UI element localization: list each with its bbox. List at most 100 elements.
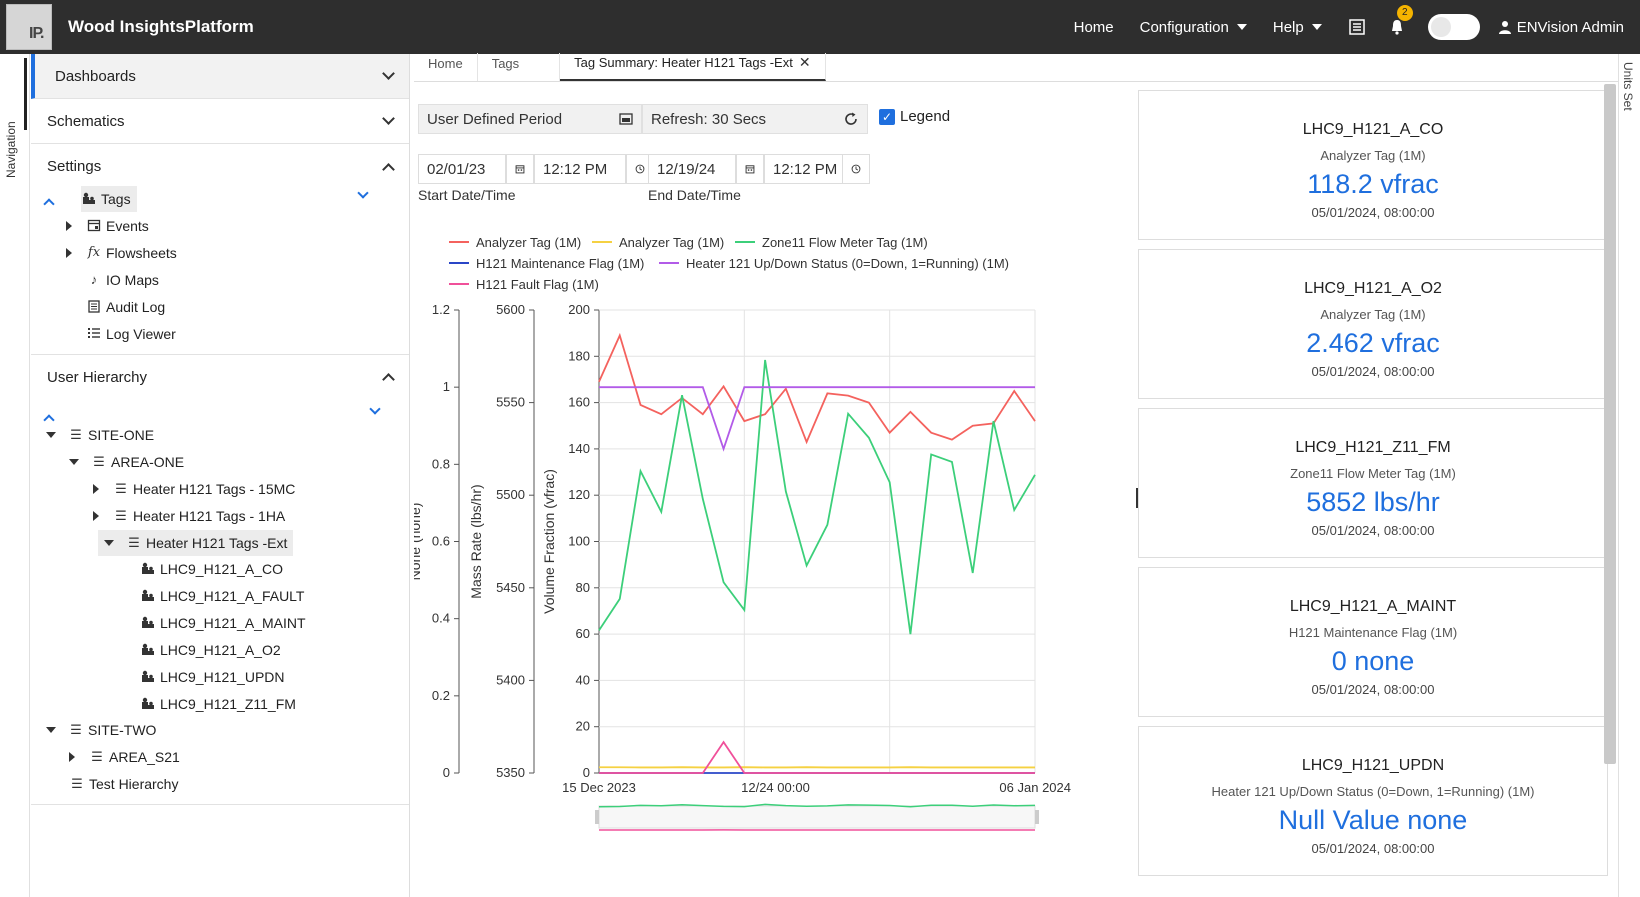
tab-tag-summary[interactable]: Tag Summary: Heater H121 Tags -Ext ✕ xyxy=(560,53,826,81)
tree-tag-item[interactable]: LHC9_H121_UPDN xyxy=(140,664,285,690)
refresh-control[interactable]: Refresh: 30 Secs xyxy=(642,104,868,134)
tag-summary-cards: LHC9_H121_A_CO Analyzer Tag (1M) 118.2 vfr… xyxy=(1138,82,1618,897)
tree-label: LHC9_H121_A_MAINT xyxy=(160,615,306,631)
settings-item-tags[interactable]: Tags xyxy=(81,186,137,212)
start-date-input[interactable]: 02/01/23 xyxy=(418,154,506,184)
x-axis-tick-label: 12/24 00:00 xyxy=(741,780,810,795)
nav-configuration-label: Configuration xyxy=(1139,18,1229,36)
user-icon xyxy=(1498,21,1511,34)
expand-all-icon[interactable] xyxy=(357,187,369,199)
y-axis-tick-label: 5500 xyxy=(496,487,525,502)
settings-item-audit-log[interactable]: Audit Log xyxy=(86,294,165,320)
expand-arrow-icon[interactable] xyxy=(69,752,75,762)
start-date-picker[interactable] xyxy=(506,154,534,184)
theme-toggle[interactable] xyxy=(1427,14,1480,40)
tag-card-name: LHC9_H121_A_MAINT xyxy=(1289,598,1457,615)
expand-arrow-icon[interactable] xyxy=(93,511,99,521)
trend-chart[interactable]: Analyzer Tag (1M) Analyzer Tag (1M) Zone11… xyxy=(414,230,1134,875)
clock-icon xyxy=(851,164,861,174)
tree-tag-item[interactable]: LHC9_H121_A_O2 xyxy=(140,637,281,663)
tree-site-one[interactable]: ☰ SITE-ONE xyxy=(46,422,154,448)
collapse-arrow-icon[interactable] xyxy=(104,540,114,546)
nav-home[interactable]: Home xyxy=(1074,19,1114,36)
accordion-settings[interactable]: Settings xyxy=(31,144,409,189)
expand-all-icon[interactable] xyxy=(369,403,381,415)
tag-card[interactable]: LHC9_H121_UPDN Heater 121 Up/Down Status … xyxy=(1138,726,1608,876)
tree-area-one[interactable]: ☰ AREA-ONE xyxy=(69,449,184,475)
puzzle-icon xyxy=(140,696,156,712)
tree-test-hierarchy[interactable]: ☰ Test Hierarchy xyxy=(69,771,178,797)
hierarchy-icon: ☰ xyxy=(70,722,82,737)
collapse-all-icon[interactable] xyxy=(43,198,55,210)
calendar-icon xyxy=(86,218,102,234)
tag-card-timestamp: 05/01/2024, 08:00:00 xyxy=(1311,523,1435,538)
accordion-user-hierarchy[interactable]: User Hierarchy xyxy=(31,354,409,399)
end-date-input[interactable]: 12/19/24 xyxy=(648,154,736,184)
list-icon xyxy=(86,326,102,342)
start-time-input[interactable]: 12:12 PM xyxy=(534,154,626,184)
y-axis-title: Volume Fraction (vfrac) xyxy=(541,469,557,614)
tree-area-s21[interactable]: ☰ AREA_S21 xyxy=(69,744,180,770)
tree-tag-item[interactable]: LHC9_H121_Z11_FM xyxy=(140,691,296,717)
tree-tag-item[interactable]: LHC9_H121_A_MAINT xyxy=(140,610,306,636)
y-axis-tick-label: 5450 xyxy=(496,580,525,595)
tab-home[interactable]: Home xyxy=(414,53,478,81)
settings-item-flowsheets[interactable]: fx Flowsheets xyxy=(66,240,177,266)
expand-arrow-icon[interactable] xyxy=(93,484,99,494)
accordion-schematics[interactable]: Schematics xyxy=(31,99,409,144)
tree-tag-item[interactable]: LHC9_H121_A_FAULT xyxy=(140,583,304,609)
tag-card-value: Null Value none xyxy=(1278,805,1468,835)
navigation-strip-indicator xyxy=(24,58,27,130)
tag-card-description: Heater 121 Up/Down Status (0=Down, 1=Run… xyxy=(1211,784,1535,799)
tree-heater-1ha[interactable]: ☰ Heater H121 Tags - 1HA xyxy=(93,503,285,529)
tag-card[interactable]: LHC9_H121_Z11_FM Zone11 Flow Meter Tag (1… xyxy=(1138,408,1608,558)
hierarchy-icon: ☰ xyxy=(71,776,83,791)
tree-heater-15mc[interactable]: ☰ Heater H121 Tags - 15MC xyxy=(93,476,295,502)
expand-arrow-icon[interactable] xyxy=(66,221,72,231)
period-select[interactable]: User Defined Period xyxy=(418,104,642,134)
tag-card[interactable]: LHC9_H121_A_MAINT H121 Maintenance Flag (… xyxy=(1138,567,1608,717)
tree-heater-ext[interactable]: ☰ Heater H121 Tags -Ext xyxy=(98,530,294,556)
user-menu[interactable]: ENVision Admin xyxy=(1498,19,1624,36)
end-time-picker[interactable] xyxy=(842,154,870,184)
settings-item-events[interactable]: Events xyxy=(66,213,149,239)
refresh-icon[interactable] xyxy=(843,111,859,127)
app-logo[interactable]: IP. xyxy=(6,4,52,50)
end-date-picker[interactable] xyxy=(736,154,764,184)
tree-label: AREA-ONE xyxy=(111,454,185,470)
settings-item-io-maps[interactable]: ♪ IO Maps xyxy=(86,267,159,293)
y-axis-tick-label: 5550 xyxy=(496,395,525,410)
accordion-dashboards-label: Dashboards xyxy=(55,67,136,85)
bell-icon[interactable]: 2 xyxy=(1388,5,1413,36)
tag-card[interactable]: LHC9_H121_A_O2 Analyzer Tag (1M) 2.462 vfr… xyxy=(1138,249,1608,399)
settings-item-log-viewer[interactable]: Log Viewer xyxy=(86,321,176,347)
expand-arrow-icon[interactable] xyxy=(66,248,72,258)
tree-site-two[interactable]: ☰ SITE-TWO xyxy=(46,717,156,743)
tag-card[interactable]: LHC9_H121_A_CO Analyzer Tag (1M) 118.2 vfr… xyxy=(1138,90,1608,240)
y-axis-title: None (none) xyxy=(414,503,423,581)
nav-help[interactable]: Help xyxy=(1273,19,1322,36)
tab-tags[interactable]: Tags xyxy=(478,53,561,81)
cards-scrollbar[interactable] xyxy=(1604,84,1616,764)
navigation-strip[interactable]: Navigation xyxy=(0,54,30,897)
legend-checkbox[interactable]: ✓ Legend xyxy=(879,108,950,125)
tree-label: SITE-ONE xyxy=(88,427,155,443)
period-select-value: User Defined Period xyxy=(427,110,563,128)
tree-tag-item[interactable]: LHC9_H121_A_CO xyxy=(140,556,283,582)
tab-tag-summary-label: Tag Summary: Heater H121 Tags -Ext xyxy=(574,55,793,70)
collapse-arrow-icon[interactable] xyxy=(69,459,79,465)
close-icon[interactable]: ✕ xyxy=(799,54,811,71)
y-axis-tick-label: 5400 xyxy=(496,672,525,687)
units-set-strip[interactable]: Units Set xyxy=(1618,54,1640,897)
y-axis-title: Mass Rate (lbs/hr) xyxy=(468,484,484,598)
collapse-arrow-icon[interactable] xyxy=(46,432,56,438)
y-axis-tick-label: 0.4 xyxy=(432,611,450,626)
collapse-arrow-icon[interactable] xyxy=(46,727,56,733)
settings-item-label: IO Maps xyxy=(106,272,159,288)
list-view-icon[interactable] xyxy=(1348,18,1366,36)
hierarchy-icon: ☰ xyxy=(91,749,103,764)
nav-configuration[interactable]: Configuration xyxy=(1140,19,1247,36)
tree-label: Heater H121 Tags - 1HA xyxy=(133,508,286,524)
accordion-dashboards[interactable]: Dashboards xyxy=(31,54,409,99)
hierarchy-icon: ☰ xyxy=(70,427,82,442)
